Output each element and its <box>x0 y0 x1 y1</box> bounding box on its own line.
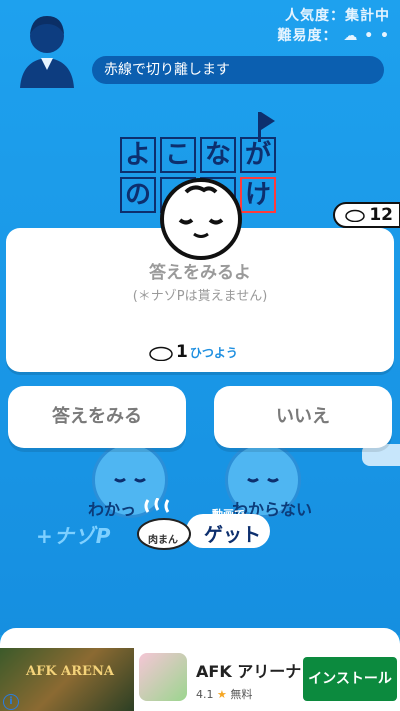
no-button[interactable]: いいえ <box>214 386 392 448</box>
difficulty-label: 難易度： <box>277 28 338 44</box>
know-label: わかっ <box>88 500 137 519</box>
install-button[interactable]: インストール <box>303 657 397 701</box>
ad-rating-row: 4.1 ★ 無料 <box>196 686 252 702</box>
stats-panel: 人気度：集計中 難易度： ☁ • • <box>277 6 390 46</box>
puzzle-cell: こ <box>160 137 196 173</box>
dialog-note: (＊ナゾPは貰えません) <box>132 289 268 304</box>
difficulty-bun-icon: ☁ • • <box>343 28 390 44</box>
ad-rating: 4.1 <box>196 688 214 701</box>
bottom-panel <box>0 628 400 650</box>
star-icon: ★ <box>217 688 227 701</box>
cost-unit: ひつよう <box>189 345 238 360</box>
puzzle-cell: が <box>240 137 276 173</box>
ad-game-image[interactable] <box>0 648 134 711</box>
meat-bun-coin-icon <box>345 209 366 222</box>
puzzle-row-1: よ こ な が <box>118 135 284 175</box>
coin-counter: 12 <box>333 202 400 228</box>
show-answer-button[interactable]: 答えをみる <box>8 386 186 448</box>
coin-count: 12 <box>369 205 393 225</box>
difficulty-row: 難易度： ☁ • • <box>277 26 390 46</box>
sleepy-face-icon <box>160 178 242 260</box>
cost-number: 1 <box>176 342 188 362</box>
ad-game-title: AFK ARENA <box>26 664 114 679</box>
popularity-label: 人気度：集計中 <box>285 8 390 24</box>
player-avatar-icon <box>20 16 74 88</box>
dialog-title: 答えをみるよ <box>149 263 251 283</box>
instruction-bubble: 赤線で切り離します <box>92 56 384 84</box>
puzzle-cell: の <box>120 177 156 213</box>
puzzle-cell: な <box>200 137 236 173</box>
ad-price: 無料 <box>230 688 253 701</box>
meat-bun-label: 肉まん <box>148 535 178 546</box>
ad-app-name[interactable]: AFK アリーナ <box>196 658 301 682</box>
puzzle-cell: よ <box>120 137 156 173</box>
flag-icon <box>261 112 275 130</box>
video-get-label: ゲット <box>204 524 262 546</box>
ad-app-icon[interactable] <box>139 653 187 701</box>
meat-bun-cost-icon <box>149 346 173 361</box>
plus-nazo-points: +ナゾP <box>36 524 112 548</box>
ad-info-icon[interactable]: i <box>3 694 19 710</box>
puzzle-cell: け <box>240 177 276 213</box>
dialog-cost: 1 ひつよう <box>148 342 238 362</box>
